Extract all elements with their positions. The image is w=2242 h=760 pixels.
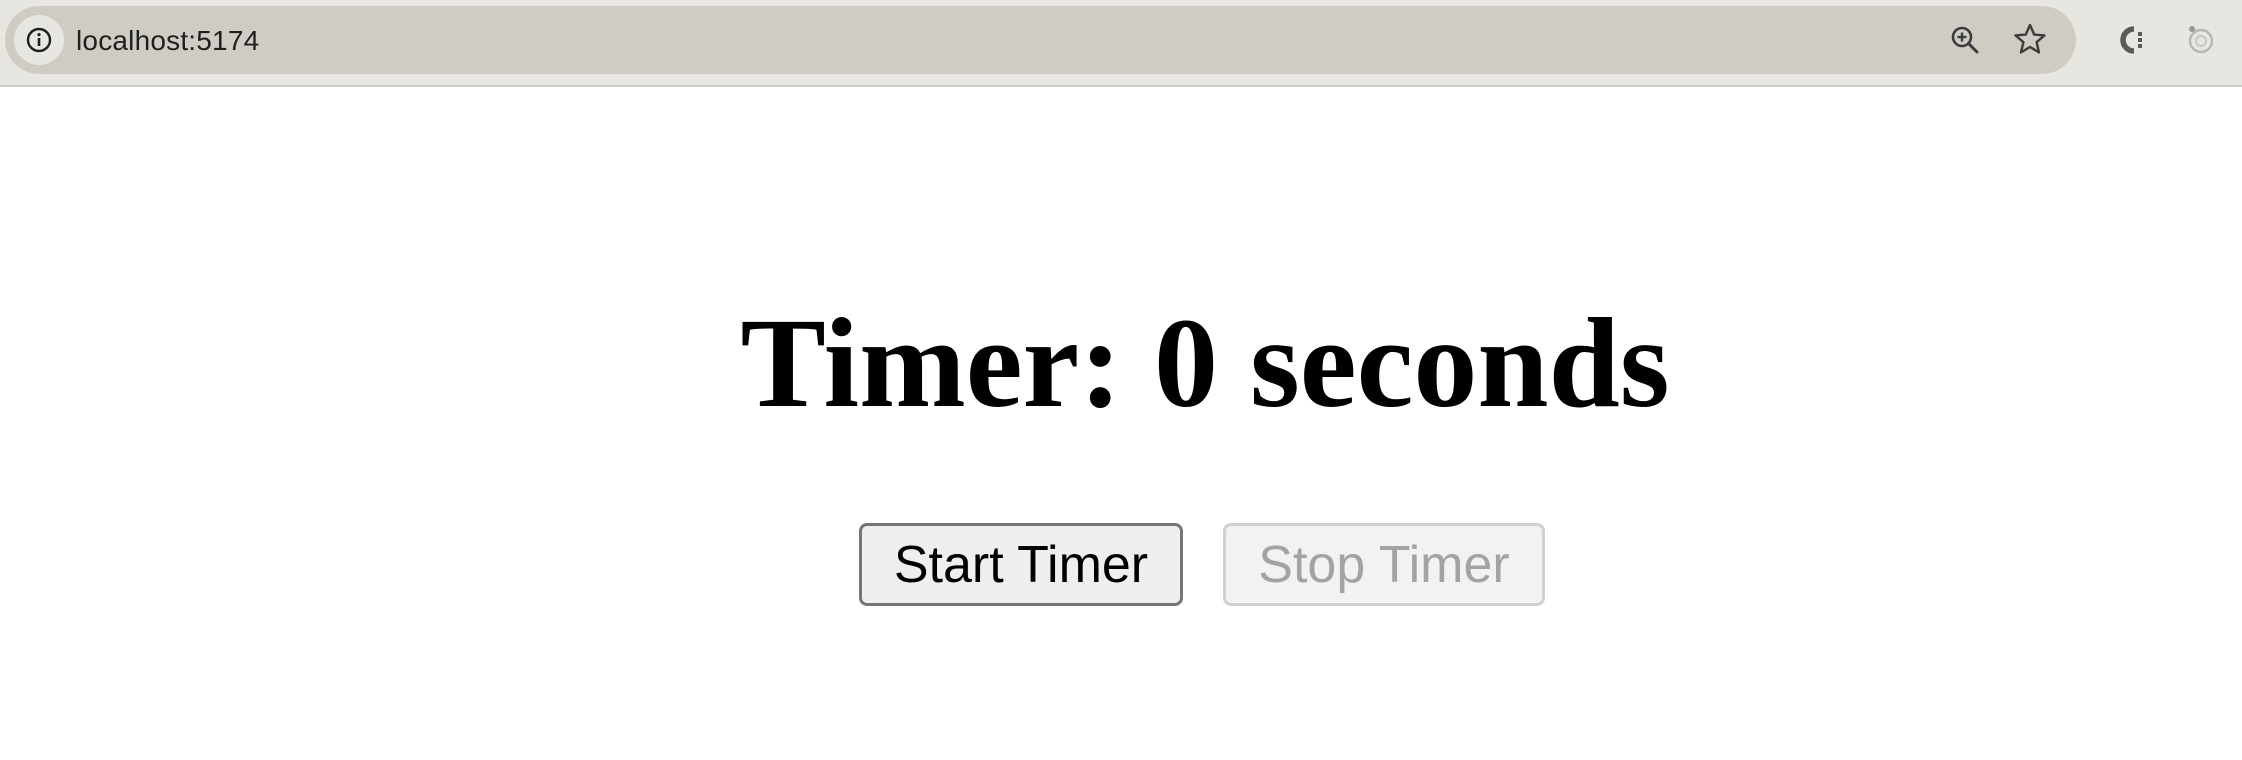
extension-c-icon[interactable] — [2112, 20, 2152, 60]
info-icon — [25, 26, 53, 54]
url-text[interactable]: localhost:5174 — [76, 25, 259, 57]
zoom-in-icon[interactable] — [1945, 20, 1985, 60]
address-bar[interactable]: localhost:5174 — [5, 6, 2076, 74]
star-icon[interactable] — [2010, 19, 2050, 59]
site-info-button[interactable] — [14, 15, 64, 65]
browser-toolbar: localhost:5174 — [0, 0, 2242, 87]
extension-circle-icon[interactable] — [2181, 19, 2221, 59]
start-timer-button[interactable]: Start Timer — [859, 523, 1183, 606]
stop-timer-button[interactable]: Stop Timer — [1223, 523, 1545, 606]
timer-heading: Timer: 0 seconds — [740, 292, 1670, 434]
